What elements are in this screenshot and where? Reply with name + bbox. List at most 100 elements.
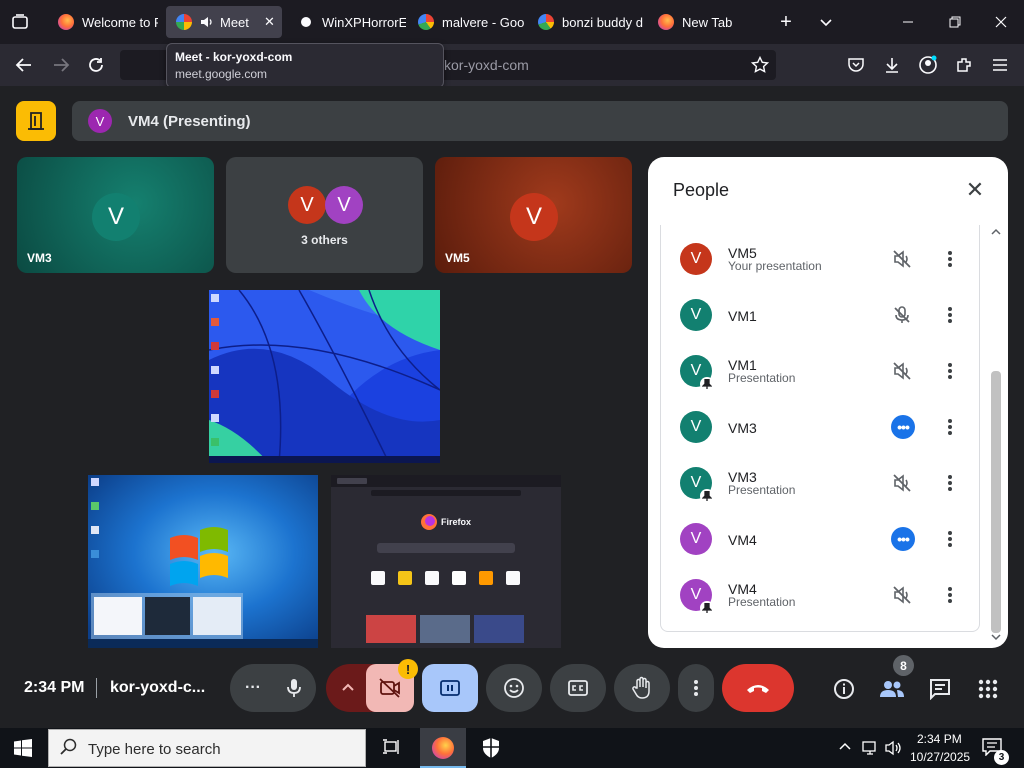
avatar: V [680, 523, 712, 555]
door-icon [28, 112, 44, 130]
taskbar-search-placeholder[interactable]: Type here to search [88, 741, 221, 758]
more-options-icon[interactable] [941, 247, 959, 271]
firefox-icon [58, 14, 74, 30]
reactions-button[interactable] [486, 664, 542, 712]
participant-subtitle: Presentation [728, 595, 796, 609]
more-options-icon[interactable] [941, 527, 959, 551]
meeting-info-icon[interactable] [831, 676, 857, 702]
taskbar-clock-time[interactable]: 2:34 PM [917, 732, 962, 746]
participant-tile-others[interactable]: V V 3 others [226, 157, 423, 273]
more-options-icon[interactable] [941, 303, 959, 327]
participant-subtitle: Presentation [728, 371, 796, 385]
emoji-icon [504, 678, 524, 698]
avatar: V [288, 186, 326, 224]
address-bar-text[interactable]: kor-yoxd-com [444, 57, 529, 73]
firefox-brand-label: Firefox [441, 517, 472, 527]
presentation-pin-icon [700, 601, 714, 615]
people-icon[interactable] [879, 676, 905, 702]
participant-row[interactable]: V VM5 Your presentation [660, 231, 980, 287]
more-options-icon[interactable] [941, 359, 959, 383]
leave-call-button[interactable] [722, 664, 794, 712]
meet-icon [176, 14, 192, 30]
participant-tile-vm5[interactable]: V VM5 [435, 157, 632, 273]
microphone-button[interactable] [272, 664, 316, 712]
participant-row[interactable]: V VM3 Presentation [660, 455, 980, 511]
minimize-icon[interactable] [893, 8, 923, 36]
participant-name: VM1 [728, 308, 757, 324]
chevron-up-icon [342, 683, 354, 691]
participant-name: VM4 [728, 532, 757, 548]
people-scrollbar[interactable] [990, 225, 1002, 645]
tab-google-malvere[interactable]: malvere - Goo [408, 6, 526, 38]
back-arrow-icon[interactable] [10, 51, 38, 79]
tab-label: Welcome to Fi [82, 14, 158, 30]
pocket-icon[interactable] [842, 51, 870, 79]
presentation-pin-icon [700, 377, 714, 391]
avatar: V [680, 243, 712, 275]
hang-up-icon [747, 685, 769, 693]
restore-icon[interactable] [940, 8, 970, 36]
more-options-button[interactable] [678, 664, 714, 712]
tab-new-tab[interactable]: New Tab [648, 6, 760, 38]
captions-button[interactable] [550, 664, 606, 712]
participant-tile-vm3[interactable]: V VM3 [17, 157, 214, 273]
extensions-icon[interactable] [950, 51, 978, 79]
tab-welcome[interactable]: Welcome to Fi [48, 6, 158, 38]
speaker-icon[interactable] [200, 15, 214, 29]
meeting-code[interactable]: kor-yoxd-c... [110, 679, 205, 697]
list-all-tabs-icon[interactable] [8, 10, 32, 34]
raise-hand-button[interactable] [614, 664, 670, 712]
network-icon[interactable] [862, 740, 880, 756]
more-options-icon[interactable] [941, 415, 959, 439]
screen-share-windows7-desktop[interactable] [88, 475, 318, 648]
chat-icon[interactable] [927, 676, 953, 702]
tab-label: bonzi buddy d [562, 14, 643, 30]
new-tab-icon[interactable]: + [771, 8, 801, 36]
avatar: V [88, 109, 112, 133]
more-options-icon[interactable] [941, 583, 959, 607]
tab-meet[interactable]: Meet ✕ [166, 6, 282, 38]
tab-github[interactable]: WinXPHorrorE [288, 6, 406, 38]
presentation-pin-icon [700, 489, 714, 503]
tab-google-bonzi[interactable]: bonzi buddy d [528, 6, 646, 38]
close-window-icon[interactable] [986, 8, 1016, 36]
account-icon[interactable] [914, 51, 942, 79]
tab-tooltip: Meet - kor-yoxd-com meet.google.com [166, 43, 444, 88]
tooltip-title: Meet - kor-yoxd-com [175, 50, 293, 64]
taskbar-clock-date[interactable]: 10/27/2025 [910, 750, 970, 764]
tab-label: malvere - Goo [442, 14, 525, 30]
volume-icon[interactable] [885, 740, 903, 756]
participant-row[interactable]: V VM4 Presentation [660, 567, 980, 623]
taskbar-security-shield-icon[interactable] [481, 737, 503, 759]
screen-share-balloon-desktop[interactable] [209, 290, 440, 463]
participant-row[interactable]: V VM4 ••• [660, 511, 980, 567]
participant-row[interactable]: V VM1 [660, 287, 980, 343]
download-icon[interactable] [878, 51, 906, 79]
participant-row[interactable]: V VM1 Presentation [660, 343, 980, 399]
close-tab-icon[interactable]: ✕ [264, 14, 275, 30]
bookmark-star-icon[interactable] [746, 51, 774, 79]
reload-icon[interactable] [82, 51, 110, 79]
more-options-icon[interactable] [941, 471, 959, 495]
hamburger-menu-icon[interactable] [986, 51, 1014, 79]
activities-grid-icon[interactable] [975, 676, 1001, 702]
muted-speaker-icon [890, 583, 914, 607]
windows-start-icon[interactable] [14, 739, 34, 759]
search-icon [60, 738, 80, 758]
task-view-icon[interactable] [382, 738, 402, 758]
closed-captions-icon [568, 680, 588, 696]
participant-name: VM5 [445, 251, 470, 265]
meeting-exit-door-button[interactable] [16, 101, 56, 141]
github-icon [298, 14, 314, 30]
camera-options-button[interactable] [330, 664, 366, 712]
chevron-down-icon[interactable] [811, 8, 841, 36]
chevron-up-icon[interactable] [838, 740, 854, 756]
screen-share-firefox-newtab[interactable]: Firefox [331, 475, 561, 648]
audio-settings-button[interactable]: ··· [236, 664, 270, 712]
camera-off-icon [379, 678, 400, 698]
participant-row[interactable]: V VM3 ••• [660, 399, 980, 455]
forward-arrow-icon[interactable] [47, 51, 75, 79]
present-screen-button[interactable] [422, 664, 478, 712]
close-icon[interactable]: ✕ [962, 177, 988, 203]
taskbar-firefox-button[interactable] [420, 728, 466, 768]
